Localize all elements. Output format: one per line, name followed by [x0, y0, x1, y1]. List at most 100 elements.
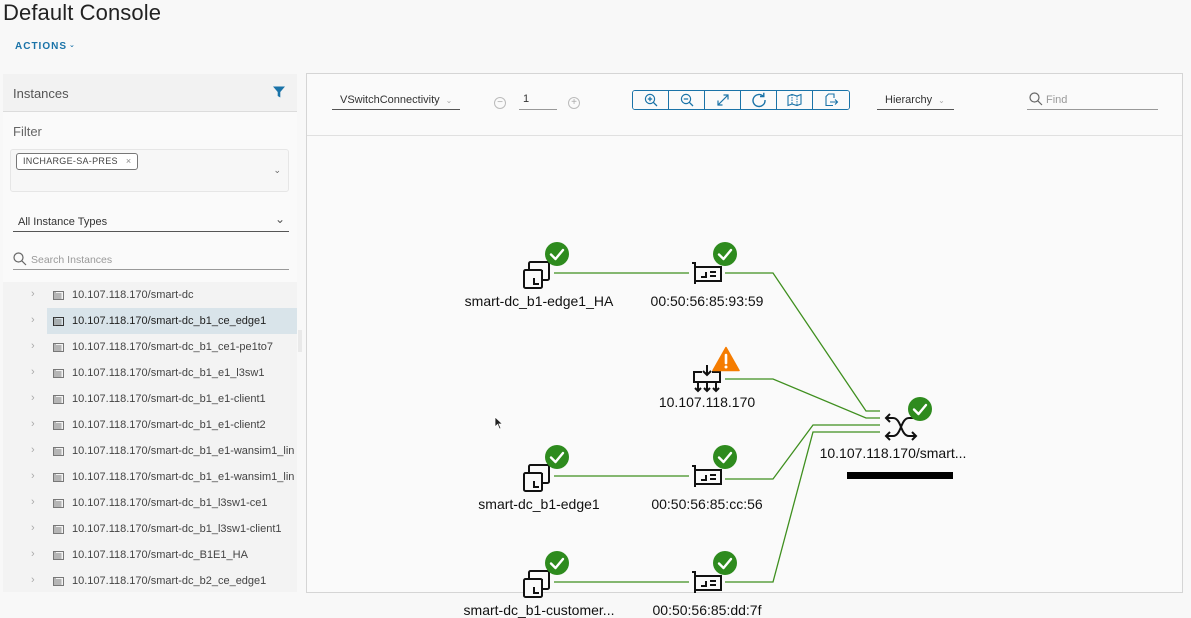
tree-item[interactable]: › 10.107.118.170/smart-dc_b1_l3sw1-ce1 — [3, 490, 297, 516]
filter-chip: INCHARGE-SA-PRES × — [16, 153, 139, 170]
decrease-level-button[interactable]: − — [494, 97, 506, 109]
chevron-right-icon[interactable]: › — [31, 340, 35, 352]
status-ok-icon — [544, 241, 570, 272]
server-icon — [53, 421, 64, 430]
server-icon — [53, 473, 64, 482]
status-ok-icon — [712, 550, 738, 581]
view-tools-group — [632, 90, 850, 110]
chevron-down-icon: ⌄ — [445, 96, 453, 105]
zoom-out-button[interactable] — [669, 91, 705, 109]
export-icon — [824, 93, 838, 107]
status-ok-icon — [712, 241, 738, 272]
remove-chip-icon[interactable]: × — [126, 156, 132, 166]
chevron-right-icon[interactable]: › — [31, 548, 35, 560]
tree-item[interactable]: › 10.107.118.170/smart-dc_b1_l3sw1-client… — [3, 516, 297, 542]
tree-item[interactable]: › 10.107.118.170/smart-dc — [3, 282, 297, 308]
export-button[interactable] — [813, 91, 849, 109]
fit-to-screen-button[interactable] — [705, 91, 741, 109]
status-warning-icon — [712, 346, 740, 377]
server-icon — [53, 317, 64, 326]
filter-label: Filter — [13, 124, 42, 139]
server-icon — [53, 577, 64, 586]
network-card-icon — [690, 465, 724, 495]
tree-item-label: 10.107.118.170/smart-dc_B1E1_HA — [72, 549, 248, 561]
tree-item[interactable]: › 10.107.118.170/smart-dc_b1_e1-client1 — [3, 386, 297, 412]
chevron-right-icon[interactable]: › — [31, 314, 35, 326]
chevron-down-icon: ⌄ — [69, 42, 76, 49]
instances-title: Instances — [13, 86, 69, 101]
chevron-right-icon[interactable]: › — [31, 418, 35, 430]
status-ok-icon — [544, 444, 570, 475]
server-icon — [53, 551, 64, 560]
topology-toolbar: VSwitchConnectivity ⌄ − 1 + Hierarchy ⌄ — [307, 74, 1182, 136]
chevron-right-icon[interactable]: › — [31, 470, 35, 482]
mouse-cursor-icon — [494, 416, 504, 430]
node-label: 00:50:56:85:cc:56 — [651, 496, 763, 512]
tree-item-label: 10.107.118.170/smart-dc_b1_e1-client1 — [72, 393, 266, 405]
chevron-right-icon[interactable]: › — [31, 496, 35, 508]
refresh-button[interactable] — [741, 91, 777, 109]
filter-icon[interactable] — [273, 86, 285, 98]
links-layer — [554, 272, 880, 583]
search-instances-field[interactable] — [13, 250, 289, 270]
tree-item[interactable]: › 10.107.118.170/smart-dc_b1_e1-wansim1_l… — [3, 464, 297, 490]
node-label: 00:50:56:85:dd:7f — [652, 602, 762, 618]
tree-item[interactable]: › 10.107.118.170/smart-dc_B1E1_HA — [3, 542, 297, 568]
tree-item[interactable]: › 10.107.118.170/smart-dc_b1_e1_l3sw1 — [3, 360, 297, 386]
map-button[interactable] — [777, 91, 813, 109]
tree-item[interactable]: › 10.107.118.170/smart-dc_b1_ce_edge1 — [3, 308, 297, 334]
tree-item[interactable]: › 10.107.118.170/smart-dc_b2_ce_edge1 — [3, 568, 297, 592]
view-select[interactable]: VSwitchConnectivity ⌄ — [332, 90, 460, 110]
find-field[interactable] — [1027, 90, 1158, 110]
search-instances-input[interactable] — [31, 254, 281, 266]
server-icon — [53, 291, 64, 300]
chevron-right-icon[interactable]: › — [31, 522, 35, 534]
chevron-right-icon[interactable]: › — [31, 574, 35, 586]
zoom-in-button[interactable] — [633, 91, 669, 109]
node-label: 00:50:56:85:93:59 — [650, 293, 764, 309]
tree-item[interactable]: › 10.107.118.170/smart-dc_b1_ce1-pe1to7 — [3, 334, 297, 360]
page-title: Default Console — [3, 0, 162, 25]
refresh-icon — [751, 92, 766, 108]
tree-item[interactable]: › 10.107.118.170/smart-dc_b1_e1-client2 — [3, 412, 297, 438]
filter-multiselect[interactable]: INCHARGE-SA-PRES × ⌄ — [10, 149, 289, 192]
search-icon — [13, 252, 27, 266]
chevron-right-icon[interactable]: › — [31, 444, 35, 456]
topology-canvas[interactable]: smart-dc_b1-edge1_HA 00:50:56:85:93:59 10.… — [307, 136, 1184, 618]
find-input[interactable] — [1046, 94, 1151, 106]
zoom-in-icon — [644, 93, 657, 107]
panel-resize-handle[interactable] — [298, 330, 302, 352]
tree-item-label: 10.107.118.170/smart-dc_b1_ce_edge1 — [72, 315, 267, 327]
instance-type-value: All Instance Types — [18, 216, 108, 228]
node-label: smart-dc_b1-customer... — [463, 602, 615, 618]
increase-level-button[interactable]: + — [568, 97, 580, 109]
network-card-icon — [690, 262, 724, 292]
search-icon — [1029, 92, 1043, 106]
status-ok-icon — [712, 444, 738, 475]
instances-header: Instances — [3, 74, 297, 112]
chevron-right-icon[interactable]: › — [31, 366, 35, 378]
chevron-down-icon[interactable]: ⌄ — [273, 165, 281, 176]
expand-icon — [716, 94, 729, 106]
topology-panel: VSwitchConnectivity ⌄ − 1 + Hierarchy ⌄ sm… — [306, 73, 1184, 618]
instances-tree: › 10.107.118.170/smart-dc › 10.107.118.170/… — [3, 282, 297, 592]
server-icon — [53, 447, 64, 456]
server-icon — [53, 499, 64, 508]
node-label: 10.107.118.170/smart... — [819, 445, 967, 461]
tree-item-label: 10.107.118.170/smart-dc_b1_l3sw1-client1 — [72, 523, 282, 535]
level-input[interactable]: 1 — [519, 91, 557, 110]
filter-chip-label: INCHARGE-SA-PRES — [23, 156, 118, 166]
chevron-right-icon[interactable]: › — [31, 392, 35, 404]
tree-item[interactable]: › 10.107.118.170/smart-dc_b1_e1-wansim1_l… — [3, 438, 297, 464]
tree-item-label: 10.107.118.170/smart-dc_b1_e1-client2 — [72, 419, 266, 431]
layout-select[interactable]: Hierarchy ⌄ — [877, 90, 954, 110]
chevron-right-icon[interactable]: › — [31, 288, 35, 300]
layout-select-value: Hierarchy — [885, 94, 933, 106]
tree-item-label: 10.107.118.170/smart-dc_b1_e1-wansim1_li… — [72, 471, 295, 483]
chevron-down-icon: ⌄ — [938, 96, 945, 105]
tree-item-label: 10.107.118.170/smart-dc_b2_ce_edge1 — [72, 575, 267, 587]
actions-menu-button[interactable]: ACTIONS ⌄ — [15, 41, 76, 52]
status-ok-icon — [907, 396, 933, 427]
map-icon — [787, 93, 802, 107]
instance-type-select[interactable]: All Instance Types ⌄ — [13, 212, 289, 232]
